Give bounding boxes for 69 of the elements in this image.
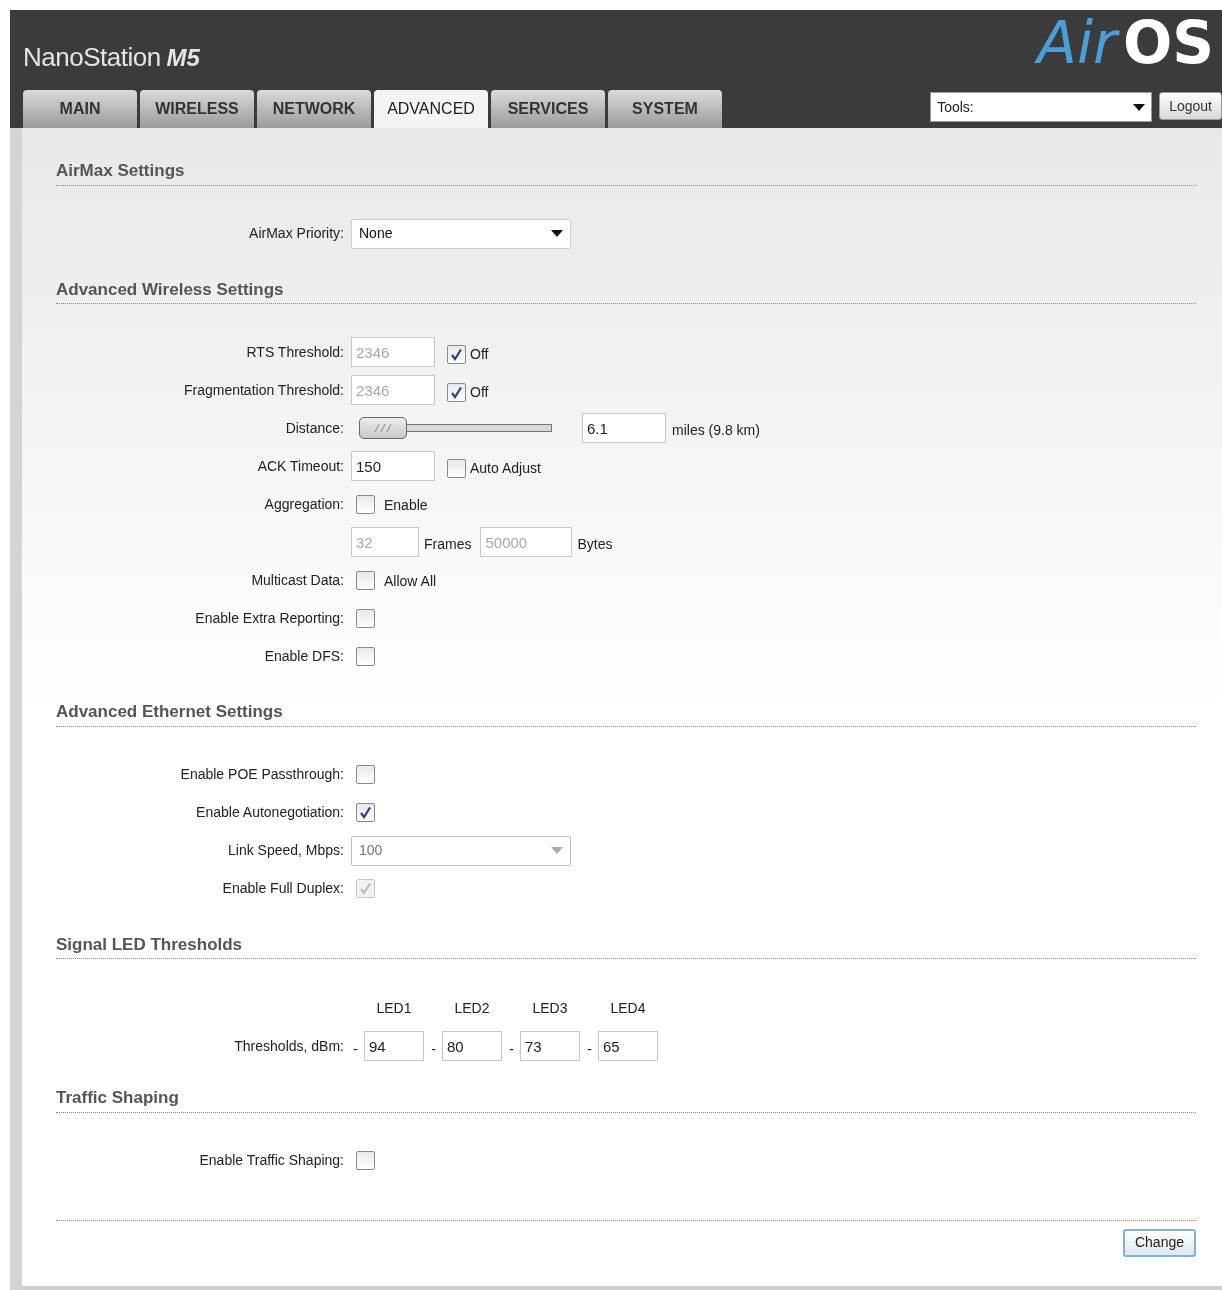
unit-label: miles (9.8 km) — [672, 420, 760, 440]
section-title: Advanced Wireless Settings — [56, 276, 1196, 304]
text-field[interactable]: 150 — [351, 451, 435, 481]
text-field[interactable]: 73 — [520, 1031, 580, 1061]
slider-handle[interactable] — [358, 417, 407, 439]
dropdown-caret-icon — [551, 230, 563, 237]
checkbox[interactable] — [356, 1151, 375, 1170]
unit-label: Bytes — [577, 534, 613, 554]
checkbox[interactable] — [356, 646, 375, 666]
checkbox[interactable] — [356, 803, 375, 822]
led-heading: LED4 — [609, 999, 647, 1018]
section-title: AirMax Settings — [56, 158, 1196, 186]
checkbox-label: Off — [470, 344, 489, 364]
field-label: Enable Extra Reporting: — [194, 608, 344, 628]
checkbox[interactable] — [447, 382, 466, 402]
field-label: Thresholds, dBm: — [233, 1036, 344, 1056]
distance-slider[interactable] — [356, 417, 552, 439]
nav-tab[interactable]: WIRELESS — [140, 90, 254, 128]
logout-button[interactable]: Logout — [1159, 92, 1222, 120]
led-heading: LED1 — [375, 999, 413, 1018]
field-label: AirMax Priority: — [248, 224, 344, 243]
dropdown-caret-icon — [1133, 103, 1146, 111]
field-label: Multicast Data: — [250, 570, 344, 590]
unit-label: Frames — [424, 534, 472, 554]
checkbox-label: Allow All — [384, 572, 437, 591]
checkbox-label: Off — [470, 382, 489, 402]
field-label: Enable Traffic Shaping: — [198, 1151, 344, 1170]
checkbox[interactable] — [356, 765, 375, 784]
nav-tab[interactable]: MAIN — [23, 90, 137, 128]
nav-tab[interactable]: SERVICES — [491, 90, 605, 128]
checkbox[interactable] — [356, 570, 375, 590]
minus-sign: - — [430, 1039, 437, 1059]
nav-tab[interactable]: SYSTEM — [608, 90, 722, 128]
led-heading: LED3 — [531, 999, 569, 1018]
led-heading: LED2 — [453, 999, 491, 1018]
checkbox[interactable] — [356, 494, 375, 514]
field-label: Enable POE Passthrough: — [179, 765, 344, 784]
tools-dropdown[interactable]: Tools: — [930, 92, 1153, 122]
nav-tab[interactable]: NETWORK — [257, 90, 371, 128]
nav-tab[interactable]: ADVANCED — [374, 90, 488, 128]
text-field[interactable]: 80 — [442, 1031, 502, 1061]
field-label: Fragmentation Threshold: — [182, 380, 344, 400]
text-field[interactable]: 65 — [598, 1031, 658, 1061]
field-label: Enable Full Duplex: — [221, 879, 344, 898]
dropdown[interactable]: None — [351, 218, 571, 249]
text-field[interactable]: 6.1 — [582, 413, 666, 443]
text-field[interactable]: 94 — [364, 1031, 424, 1061]
checkbox[interactable] — [356, 608, 375, 628]
field-label: Distance: — [284, 418, 344, 438]
minus-sign: - — [352, 1039, 359, 1059]
minus-sign: - — [508, 1039, 515, 1059]
field-label: Enable DFS: — [263, 646, 344, 666]
model-name: M5 — [166, 43, 200, 73]
field-label: Aggregation: — [263, 494, 344, 514]
product-name: NanoStation — [23, 41, 161, 74]
change-button[interactable]: Change — [1122, 1228, 1196, 1257]
minus-sign: - — [586, 1039, 593, 1059]
field-label: RTS Threshold: — [245, 342, 344, 362]
checkbox-label: Enable — [384, 496, 428, 515]
field-label: Enable Autonegotiation: — [195, 803, 344, 822]
checkbox-label: Auto Adjust — [470, 458, 541, 478]
field-label: ACK Timeout: — [256, 456, 344, 476]
checkbox[interactable] — [447, 344, 466, 364]
dropdown-caret-icon — [551, 847, 563, 854]
checkbox[interactable] — [447, 458, 466, 478]
section-title: Signal LED Thresholds — [56, 931, 1196, 959]
section-title: Advanced Ethernet Settings — [56, 699, 1196, 727]
section-title: Traffic Shaping — [56, 1085, 1196, 1113]
field-label: Link Speed, Mbps: — [227, 841, 344, 860]
